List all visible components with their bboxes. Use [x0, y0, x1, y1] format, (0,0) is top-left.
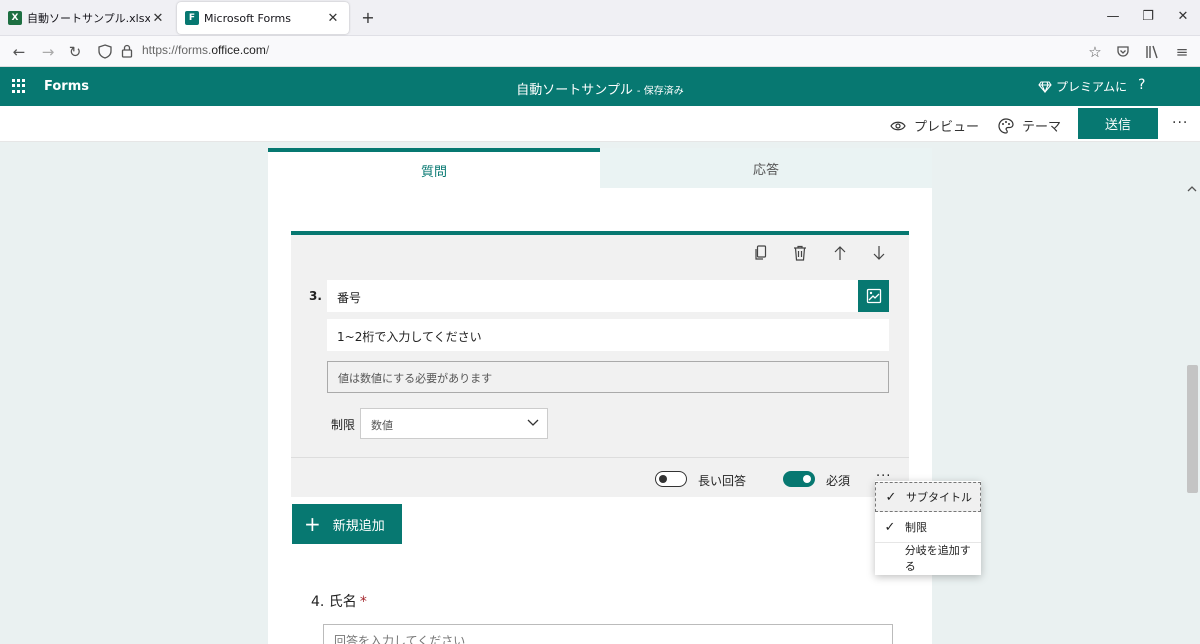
back-icon[interactable]: ←	[9, 42, 29, 62]
library-icon[interactable]	[1145, 45, 1161, 59]
more-options-icon[interactable]: ···	[1172, 115, 1188, 131]
reload-icon[interactable]: ↻	[65, 42, 85, 62]
checkmark-icon: ✓	[884, 519, 896, 535]
browser-tab-forms[interactable]: F Microsoft Forms ✕	[177, 2, 349, 34]
pocket-icon[interactable]	[1116, 45, 1130, 59]
close-icon[interactable]: ✕	[325, 11, 341, 26]
required-toggle[interactable]	[783, 471, 815, 487]
divider	[291, 457, 909, 458]
form-title-header: 自動ソートサンプル - 保存済み	[0, 79, 1200, 98]
restriction-label: 制限	[331, 418, 356, 432]
star-icon[interactable]: ☆	[1085, 42, 1105, 62]
required-label: 必須	[826, 474, 851, 488]
minimize-icon[interactable]: —	[1105, 9, 1121, 25]
add-new-button[interactable]: + 新規追加	[292, 504, 402, 544]
menu-item-branching[interactable]: 分岐を追加する	[875, 542, 981, 573]
question-4-answer-field[interactable]: 回答を入力してください	[323, 624, 893, 644]
browser-tab-bar: X 自動ソートサンプル.xlsx - Microsoft ✕ F Microso…	[0, 0, 1200, 36]
question-number: 3.	[309, 289, 322, 303]
preview-button[interactable]: プレビュー	[890, 116, 979, 135]
restriction-dropdown[interactable]: 数値	[360, 408, 548, 439]
forward-icon[interactable]: →	[38, 42, 58, 62]
tab-responses[interactable]: 応答	[600, 148, 932, 188]
restore-icon[interactable]: ❐	[1140, 9, 1156, 25]
excel-icon: X	[8, 11, 22, 25]
menu-icon[interactable]: ≡	[1172, 42, 1192, 62]
menu-item-restriction[interactable]: ✓ 制限	[875, 512, 981, 542]
new-tab-button[interactable]: +	[358, 8, 378, 28]
question-subtitle-input[interactable]: 1~2桁で入力してください	[327, 319, 889, 351]
insert-media-button[interactable]	[858, 280, 889, 312]
chevron-down-icon	[527, 416, 539, 428]
shield-icon[interactable]	[98, 44, 112, 59]
arrow-down-icon[interactable]	[872, 245, 888, 261]
answer-preview-field: 値は数値にする必要があります	[327, 361, 889, 393]
browser-nav-bar: ← → ↻ https://forms.office.com/ ☆ ≡	[0, 36, 1200, 67]
saved-status: - 保存済み	[636, 86, 684, 97]
theme-label: テーマ	[1022, 120, 1062, 135]
close-icon[interactable]: ✕	[150, 11, 166, 26]
scrollbar-thumb[interactable]	[1187, 365, 1198, 493]
diamond-icon	[1038, 80, 1052, 93]
add-new-label: 新規追加	[332, 518, 385, 534]
window-close-icon[interactable]: ✕	[1175, 9, 1191, 25]
question-editor: 3. 番号 1~2桁で入力してください 値は数値にする必要があります 制限 数値…	[291, 231, 909, 497]
question-title-input[interactable]: 番号	[327, 280, 858, 312]
forms-app-bar: Forms 自動ソートサンプル - 保存済み プレミアムに ?	[0, 67, 1200, 106]
arrow-up-icon[interactable]	[833, 245, 849, 261]
required-mark: *	[359, 594, 367, 610]
url-prefix: https://forms.	[142, 43, 212, 57]
url-host: office.com	[211, 43, 266, 57]
send-button[interactable]: 送信	[1078, 108, 1158, 139]
url-field[interactable]: https://forms.office.com/	[142, 43, 269, 57]
preview-label: プレビュー	[914, 120, 980, 135]
question-options-menu: ✓ サブタイトル ✓ 制限 分岐を追加する	[875, 481, 981, 575]
plus-icon: +	[304, 512, 321, 536]
browser-tab-excel[interactable]: X 自動ソートサンプル.xlsx - Microsoft ✕	[0, 2, 174, 34]
palette-icon	[998, 117, 1014, 134]
long-answer-toggle[interactable]	[655, 471, 687, 487]
tab-questions[interactable]: 質問	[268, 148, 600, 188]
command-bar: プレビュー テーマ 送信 ···	[0, 106, 1200, 142]
checkmark-icon: ✓	[885, 489, 897, 505]
tab-title: Microsoft Forms	[204, 11, 291, 25]
menu-item-label: 制限	[905, 521, 927, 534]
eye-icon	[890, 121, 906, 130]
copy-icon[interactable]	[754, 245, 770, 261]
tab-title: 自動ソートサンプル.xlsx - Microsoft	[27, 12, 150, 25]
lock-icon[interactable]	[121, 44, 133, 58]
menu-item-label: 分岐を追加する	[904, 543, 971, 573]
long-answer-label: 長い回答	[698, 474, 747, 488]
question-4-label: 4. 氏名	[311, 594, 357, 610]
theme-button[interactable]: テーマ	[998, 116, 1061, 135]
form-title: 自動ソートサンプル	[516, 83, 633, 98]
menu-item-label: サブタイトル	[906, 491, 972, 504]
menu-item-subtitle[interactable]: ✓ サブタイトル	[875, 482, 981, 512]
scroll-up-icon[interactable]	[1187, 185, 1197, 193]
delete-icon[interactable]	[793, 245, 809, 261]
help-icon[interactable]: ?	[1138, 77, 1145, 93]
premium-label: プレミアムに	[1056, 80, 1128, 94]
restriction-value: 数値	[371, 419, 393, 432]
form-tabs: 質問 応答	[268, 148, 932, 188]
image-icon	[866, 288, 881, 304]
url-suffix: /	[265, 43, 270, 57]
question-4-title[interactable]: 4. 氏名 *	[311, 591, 367, 611]
premium-link[interactable]: プレミアムに	[1038, 78, 1127, 95]
forms-icon: F	[185, 11, 199, 25]
